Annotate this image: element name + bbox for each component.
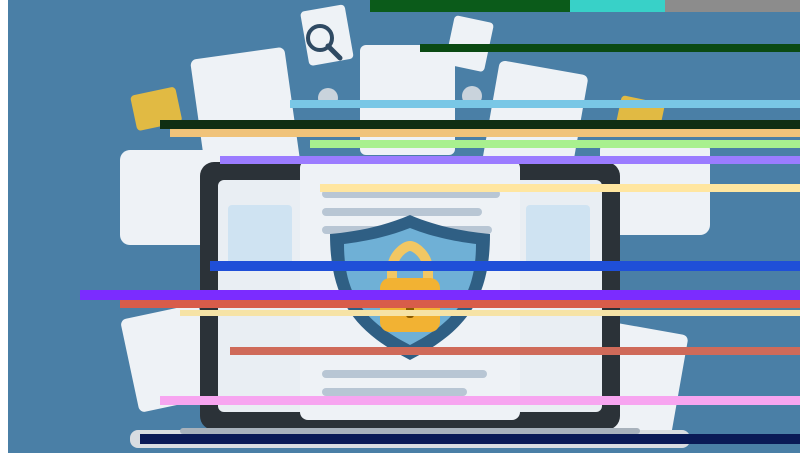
laptop-hinge bbox=[180, 428, 640, 434]
left-white-strip bbox=[0, 0, 8, 463]
screen-right-panel bbox=[526, 205, 590, 265]
illustration-scene bbox=[0, 0, 800, 463]
bottom-white-strip bbox=[0, 453, 800, 463]
screen-left-panel bbox=[228, 205, 292, 265]
